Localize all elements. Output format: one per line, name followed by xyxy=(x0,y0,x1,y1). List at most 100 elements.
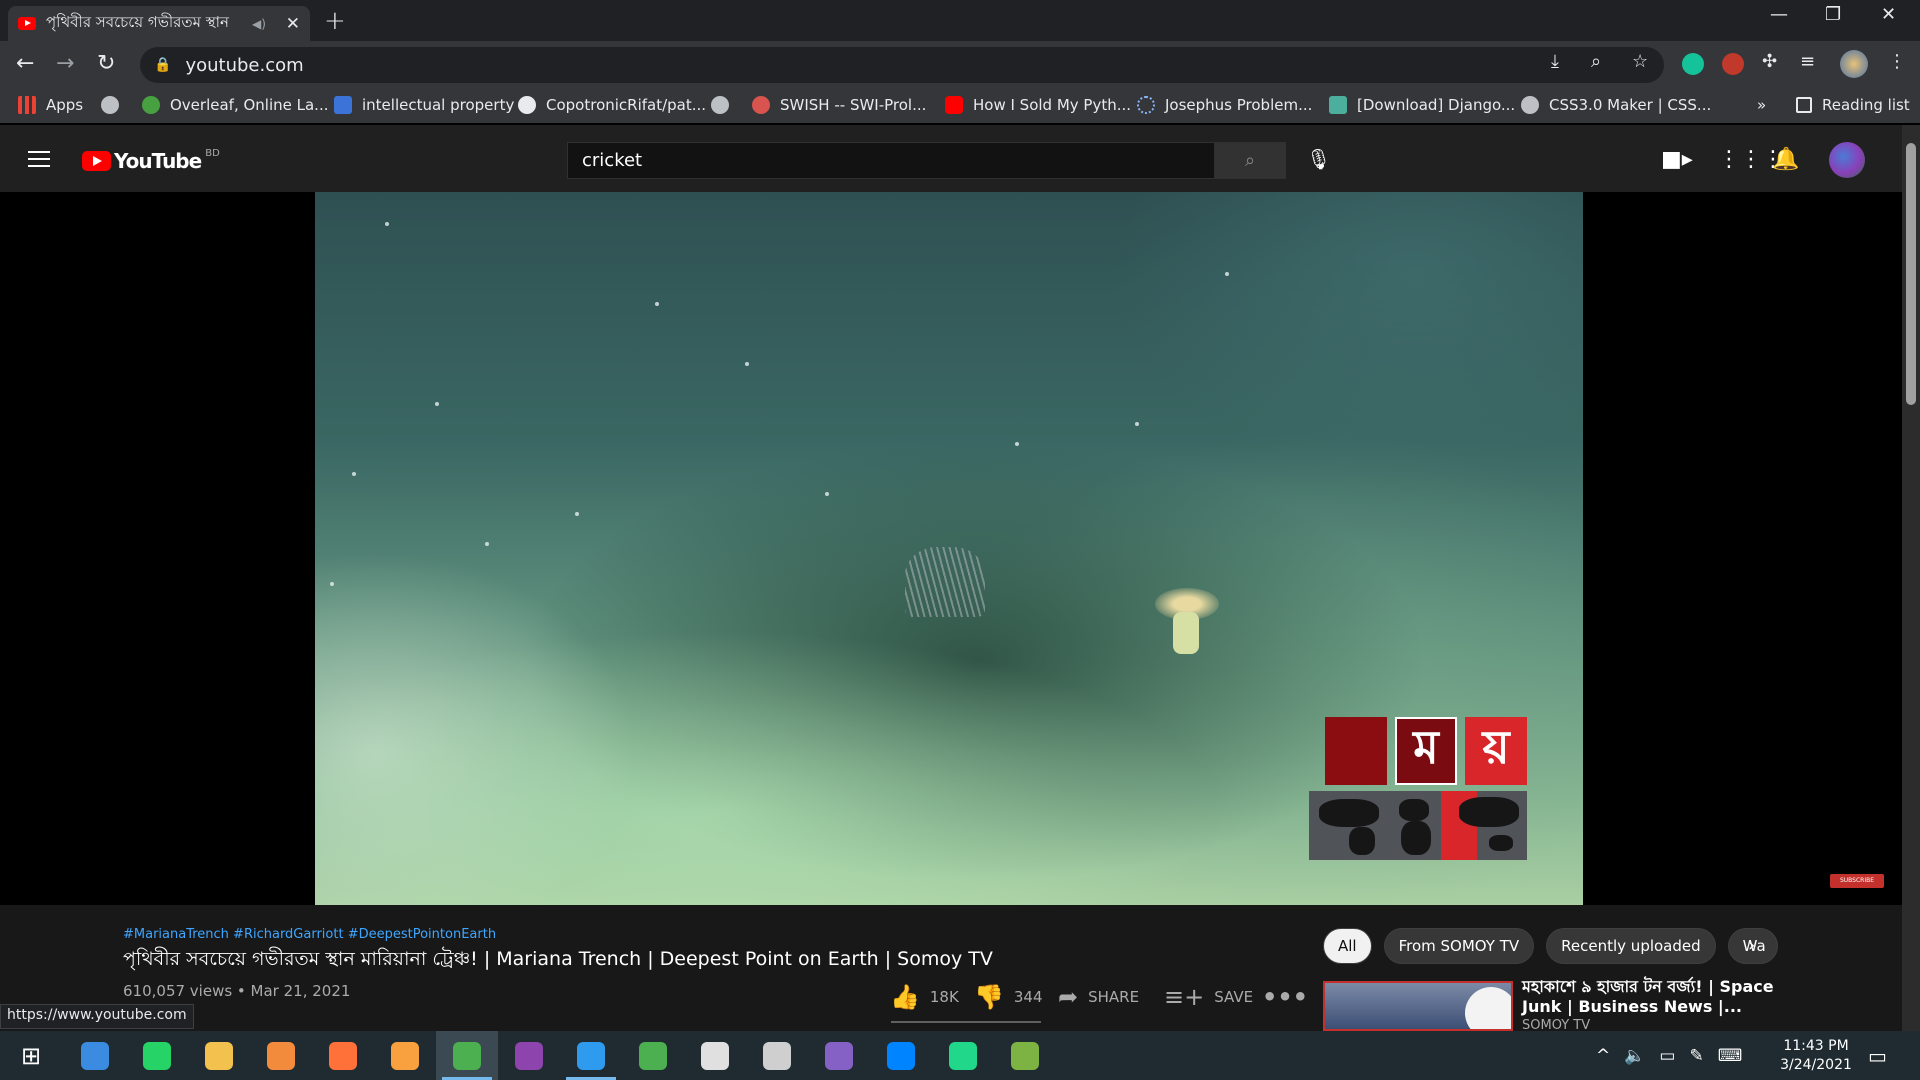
taskbar-sublime[interactable] xyxy=(374,1031,436,1080)
notifications-icon[interactable]: ▭ xyxy=(1868,1044,1887,1068)
scrollbar-thumb[interactable] xyxy=(1906,143,1916,405)
taskbar-visual-studio[interactable] xyxy=(808,1031,870,1080)
chip-recently-uploaded[interactable]: Recently uploaded xyxy=(1546,928,1716,964)
chevron-right-icon[interactable]: › xyxy=(1748,935,1755,956)
taskbar-pycharm[interactable] xyxy=(932,1031,994,1080)
bookmark-swish[interactable]: SWISH -- SWI-Prol... xyxy=(752,96,926,114)
taskbar-edge-update[interactable] xyxy=(64,1031,126,1080)
bookmark-css-maker[interactable]: CSS3.0 Maker | CSS... xyxy=(1521,96,1711,114)
page-scrollbar[interactable] xyxy=(1902,125,1920,1031)
chip-all[interactable]: All xyxy=(1323,928,1372,964)
new-tab-button[interactable]: + xyxy=(324,6,346,36)
somoy-logo-letter: ম xyxy=(1395,717,1457,785)
youtube-masthead: YouTube BD ⌕ 🎙 ■▸ ⋮⋮⋮ 🔔 xyxy=(0,125,1902,192)
close-window-icon[interactable]: ✕ xyxy=(1881,4,1896,25)
bookmark-youtube[interactable]: How I Sold My Pyth... xyxy=(945,96,1131,114)
somoy-logo-block xyxy=(1325,717,1387,785)
bookmark-overleaf[interactable]: Overleaf, Online La... xyxy=(142,96,329,114)
bookmark-star-icon[interactable]: ☆ xyxy=(1632,51,1648,72)
like-ratio-bar xyxy=(891,1021,1041,1023)
chip-from-channel[interactable]: From SOMOY TV xyxy=(1383,928,1535,964)
search-button[interactable]: ⌕ xyxy=(1214,142,1286,179)
bookmark-django[interactable]: [Download] Django... xyxy=(1329,96,1515,114)
restore-icon[interactable]: ❐ xyxy=(1825,4,1841,25)
recommended-video-thumbnail[interactable] xyxy=(1323,981,1513,1031)
clock-time: 11:43 PM xyxy=(1783,1038,1849,1054)
bookmark-intellectual-property[interactable]: intellectual property xyxy=(334,96,514,114)
taskbar-clock[interactable]: 11:43 PM 3/24/2021 xyxy=(1770,1037,1862,1075)
windows-taskbar: ⊞ ^ 🔈 ▭ ✎ ⌨ 11:43 PM 3/24/2021 ▭ xyxy=(0,1031,1920,1080)
minimize-icon[interactable]: — xyxy=(1770,4,1788,25)
app-bird-icon xyxy=(701,1041,729,1070)
save-button[interactable]: ≡+ SAVE xyxy=(1164,983,1253,1011)
loading-icon xyxy=(1137,96,1155,114)
reload-icon[interactable]: ↻ xyxy=(97,51,115,76)
vscode-icon xyxy=(577,1041,605,1070)
youtube-logo[interactable]: YouTube BD xyxy=(82,148,220,173)
taskbar-app-notes[interactable] xyxy=(994,1031,1056,1080)
more-actions-button[interactable]: ••• xyxy=(1262,983,1318,1011)
microphone-icon[interactable]: 🎙 xyxy=(1306,147,1331,171)
speaker-muted-icon[interactable]: ◀) xyxy=(252,17,266,31)
video-player[interactable]: ম য় SUBSCRIBE xyxy=(0,192,1902,905)
extension-icon[interactable] xyxy=(1722,53,1744,75)
start-button[interactable]: ⊞ xyxy=(0,1031,62,1080)
taskbar-world-app[interactable] xyxy=(622,1031,684,1080)
notifications-bell-icon[interactable]: 🔔 xyxy=(1772,147,1799,172)
taskbar-messenger[interactable] xyxy=(870,1031,932,1080)
reading-list-button[interactable]: Reading list xyxy=(1796,96,1910,114)
grammarly-extension-icon[interactable] xyxy=(1682,53,1704,75)
recommended-video-title[interactable]: মহাকাশে ৯ হাজার টন বর্জ্য! | Space Junk … xyxy=(1522,977,1782,1017)
taskbar-chrome[interactable] xyxy=(436,1031,498,1080)
install-app-icon[interactable]: ⤓ xyxy=(1551,51,1559,72)
taskbar-firefox[interactable] xyxy=(312,1031,374,1080)
taskbar-app-satellite[interactable] xyxy=(746,1031,808,1080)
address-bar[interactable]: 🔒 youtube.com xyxy=(140,47,1664,83)
overleaf-icon xyxy=(142,96,160,114)
extensions-puzzle-icon[interactable]: ✣ xyxy=(1762,51,1777,72)
github-desktop-icon xyxy=(515,1041,543,1070)
bookmark-josephus[interactable]: Josephus Problem... xyxy=(1137,96,1312,114)
bookmarks-overflow-button[interactable]: » xyxy=(1757,96,1766,114)
zoom-icon[interactable]: ⌕ xyxy=(1591,51,1601,72)
taskbar-app-bird[interactable] xyxy=(684,1031,746,1080)
bookmark-globe-2[interactable] xyxy=(711,96,739,114)
bookmark-globe[interactable] xyxy=(101,96,129,114)
back-icon[interactable]: ← xyxy=(16,51,34,76)
media-control-icon[interactable]: ≡ xyxy=(1800,51,1815,72)
youtube-icon xyxy=(945,96,963,114)
network-icon[interactable]: ▭ xyxy=(1659,1046,1675,1066)
profile-avatar[interactable] xyxy=(1840,50,1868,78)
dislike-button[interactable]: 👎 344 xyxy=(974,983,1043,1011)
browser-tab-active[interactable]: পৃথিবীর সবচেয়ে গভীরতম স্থান ◀) ✕ xyxy=(8,6,310,41)
forward-icon[interactable]: → xyxy=(56,51,74,76)
tray-overflow-icon[interactable]: ^ xyxy=(1596,1046,1610,1066)
bookmark-apps[interactable]: Apps xyxy=(18,96,83,114)
subscribe-watermark[interactable]: SUBSCRIBE xyxy=(1830,874,1884,888)
volume-icon[interactable]: 🔈 xyxy=(1624,1046,1645,1066)
taskbar-vscode[interactable] xyxy=(560,1031,622,1080)
more-dots-icon: ••• xyxy=(1262,983,1309,1011)
chrome-menu-icon[interactable]: ⋮ xyxy=(1888,51,1906,72)
taskbar-file-explorer[interactable] xyxy=(188,1031,250,1080)
share-button[interactable]: ➦ SHARE xyxy=(1058,983,1139,1011)
add-to-playlist-icon: ≡+ xyxy=(1164,983,1205,1011)
apps-grid-icon xyxy=(18,96,36,114)
taskbar-brave[interactable] xyxy=(250,1031,312,1080)
like-button[interactable]: 👍 18K xyxy=(890,983,959,1011)
pen-icon[interactable]: ✎ xyxy=(1689,1046,1703,1066)
keyboard-icon[interactable]: ⌨ xyxy=(1718,1046,1743,1066)
account-avatar[interactable] xyxy=(1829,142,1865,178)
lock-icon[interactable]: 🔒 xyxy=(154,57,171,73)
tab-close-icon[interactable]: ✕ xyxy=(286,14,300,34)
search-input[interactable] xyxy=(567,142,1215,179)
taskbar-github-desktop[interactable] xyxy=(498,1031,560,1080)
bookmark-github[interactable]: CopotronicRifat/pat... xyxy=(518,96,706,114)
taskbar-whatsapp[interactable] xyxy=(126,1031,188,1080)
scribd-icon xyxy=(334,96,352,114)
browser-tab-strip: পৃথিবীর সবচেয়ে গভীরতম স্থান ◀) ✕ + — ❐ … xyxy=(0,0,1920,41)
video-hashtags[interactable]: #MarianaTrench #RichardGarriott #Deepest… xyxy=(123,927,496,942)
video-frame[interactable]: ম য় xyxy=(315,192,1583,905)
create-video-icon[interactable]: ■▸ xyxy=(1661,147,1693,172)
hamburger-menu-icon[interactable] xyxy=(28,151,50,167)
